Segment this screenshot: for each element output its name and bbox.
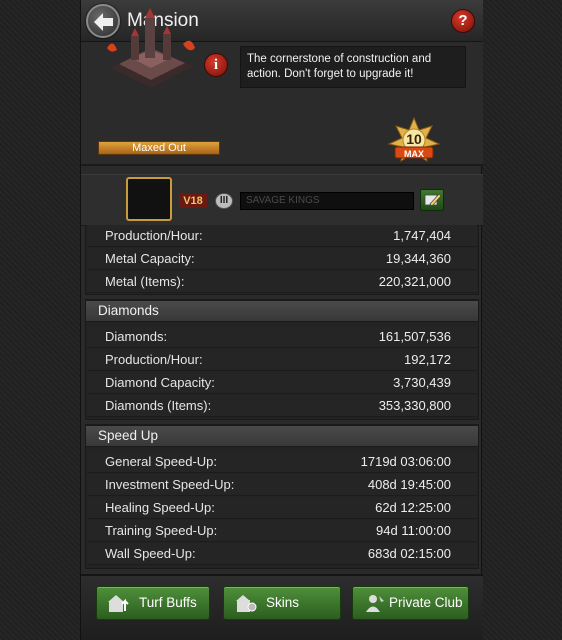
stat-label: Diamond Capacity: [105,375,215,390]
metal-stat-row: Production/Hour: 1,747,404 [87,225,477,247]
edit-pencil-icon [424,193,442,207]
max-label: MAX [404,149,424,159]
turf-buffs-icon [108,595,129,612]
stat-value: 353,330,800 [378,398,451,413]
mansion-building-image [107,8,195,88]
avatar[interactable] [126,177,172,221]
stat-value: 3,730,439 [393,375,451,390]
stat-value: 161,507,536 [378,329,451,344]
diamond-stat-row: Diamonds: 161,507,536 [87,326,477,348]
diamonds-header: Diamonds [85,300,479,322]
speedup-stat-row: Investment Speed-Up: 408d 19:45:00 [87,474,477,496]
diamond-stat-row: Diamond Capacity: 3,730,439 [87,372,477,394]
vip-badge: V18 [179,194,207,208]
speedup-header: Speed Up [85,425,479,447]
stat-label: Metal Capacity: [105,251,195,266]
stat-label: Production/Hour: [105,228,203,243]
metal-stat-row: Metal Capacity: 19,344,360 [87,248,477,270]
speedup-stat-row: Training Speed-Up: 94d 11:00:00 [87,520,477,542]
edit-name-button[interactable] [420,189,444,211]
maxed-out-bar: Maxed Out [98,141,220,155]
skins-icon [236,595,257,612]
private-club-icon [366,595,384,612]
speedup-stat-row: Wall Speed-Up: 683d 02:15:00 [87,543,477,565]
private-club-label: Private Club [389,595,463,610]
speedup-stat-row: Healing Speed-Up: 62d 12:25:00 [87,497,477,519]
stat-value: 62d 12:25:00 [375,500,451,515]
stat-value: 683d 02:15:00 [367,546,451,561]
turf-buffs-button[interactable]: Turf Buffs [96,586,210,620]
help-button[interactable]: ? [451,9,475,33]
stat-label: Wall Speed-Up: [105,546,196,561]
stat-label: Healing Speed-Up: [105,500,215,515]
diamond-stat-row: Production/Hour: 192,172 [87,349,477,371]
stat-value: 1,747,404 [393,228,451,243]
skins-button[interactable]: Skins [223,586,341,620]
stat-value: 94d 11:00:00 [376,523,451,538]
stat-label: Diamonds: [105,329,168,344]
stat-label: Investment Speed-Up: [105,477,235,492]
stat-label: Production/Hour: [105,352,203,367]
stat-value: 19,344,360 [385,251,451,266]
stat-value: 220,321,000 [378,274,451,289]
stat-value: 408d 19:45:00 [367,477,451,492]
stat-value: 1719d 03:06:00 [360,454,451,469]
stat-value: 192,172 [404,352,451,367]
rank-icon: III [215,193,233,209]
info-button[interactable]: i [204,53,228,77]
skins-label: Skins [266,595,300,610]
stat-label: Training Speed-Up: [105,523,218,538]
speedup-stat-row: General Speed-Up: 1719d 03:06:00 [87,451,477,473]
diamond-stat-row: Diamonds (Items): 353,330,800 [87,395,477,417]
metal-stat-row: Metal (Items): 220,321,000 [87,271,477,293]
turf-buffs-label: Turf Buffs [139,595,197,610]
stat-label: General Speed-Up: [105,454,218,469]
player-name-field: SAVAGE KINGS [240,192,414,210]
stat-label: Diamonds (Items): [105,398,212,413]
building-description: The cornerstone of construction and acti… [240,46,466,88]
building-level: 10 [406,131,422,147]
mansion-panel: Mansion ? Maxed Out i The cornerstone of… [80,0,483,640]
stat-label: Metal (Items): [105,274,185,289]
private-club-button[interactable]: Private Club [352,586,469,620]
